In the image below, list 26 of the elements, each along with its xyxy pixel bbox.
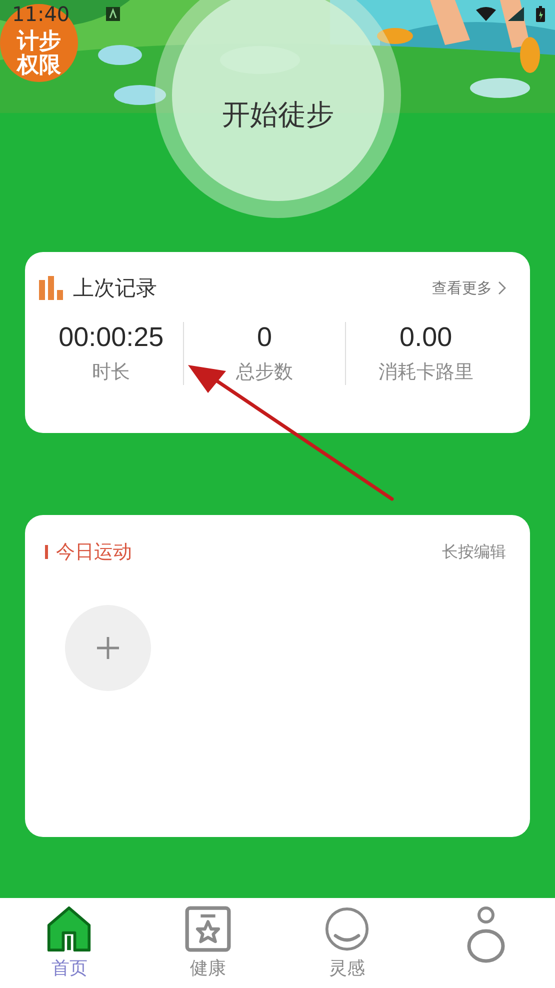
- notification-icon: [106, 7, 120, 21]
- smile-icon: [324, 906, 370, 952]
- stat-label: 时长: [92, 360, 130, 385]
- start-button[interactable]: 开始徒步: [172, 0, 384, 201]
- section-title: 上次记录: [73, 275, 157, 302]
- title-marker: [45, 545, 48, 559]
- plus-icon: [97, 637, 119, 659]
- star-card-icon: [185, 906, 232, 952]
- wifi-icon: [476, 7, 496, 21]
- nav-tab[interactable]: 灵感: [278, 898, 416, 988]
- stat-label: 消耗卡路里: [378, 360, 474, 385]
- chevron-icon: [498, 281, 506, 295]
- edit-hint: 长按编辑: [442, 542, 506, 562]
- more-link[interactable]: 查看更多: [432, 278, 506, 298]
- nav-tab[interactable]: 首页: [0, 898, 139, 988]
- person-icon: [466, 906, 506, 964]
- stat-label: 总步数: [236, 360, 293, 385]
- stat-value: 0.00: [400, 322, 452, 353]
- status-time: 11:40: [12, 3, 70, 25]
- battery-icon: [536, 6, 545, 22]
- home-icon: [46, 906, 92, 952]
- stat-value: 0: [256, 322, 272, 353]
- bar-chart-icon: [39, 276, 65, 300]
- nav-tab[interactable]: 健康: [138, 898, 278, 988]
- section-title: 今日运动: [56, 540, 132, 565]
- stat-value: 00:00:25: [58, 322, 164, 353]
